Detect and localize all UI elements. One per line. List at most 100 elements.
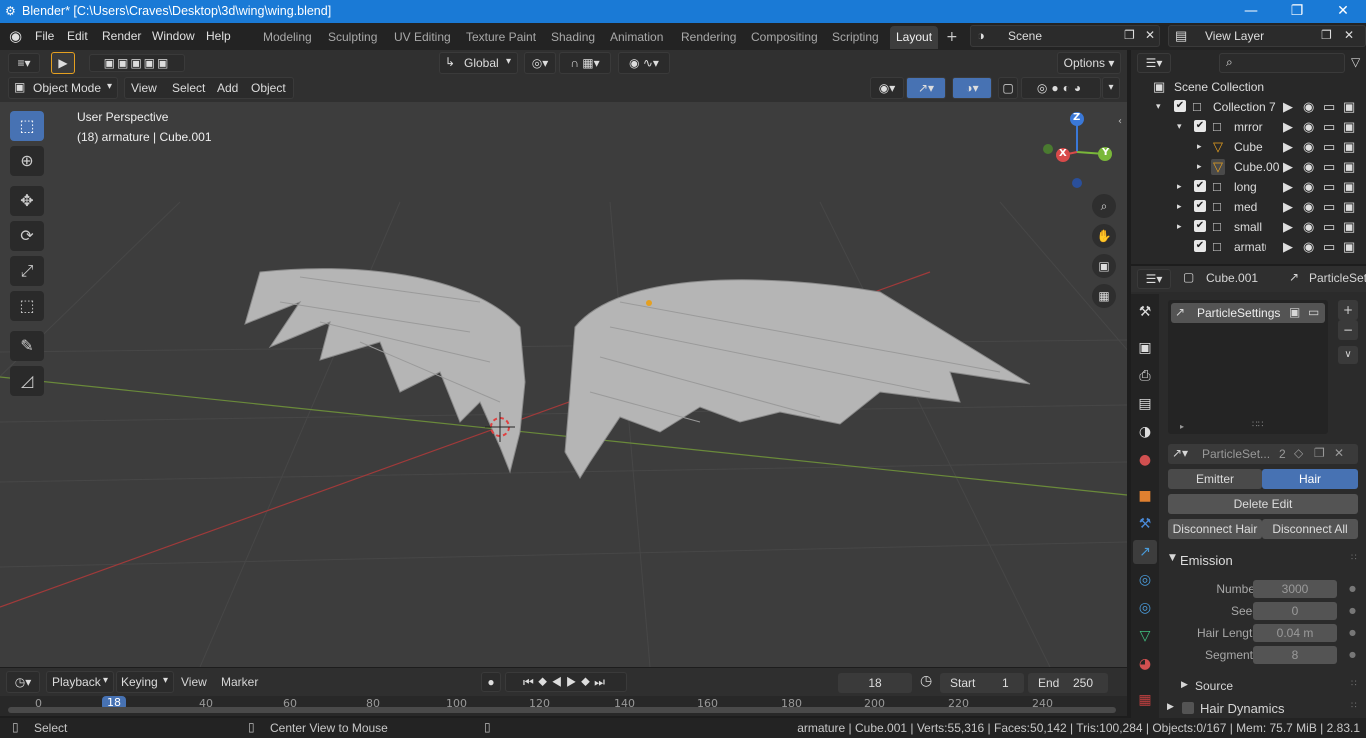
drag-handle-icon[interactable]: ∷: [1351, 679, 1357, 689]
add-particle-system-button[interactable]: +: [1338, 300, 1358, 320]
object-tab-icon[interactable]: ■: [1133, 484, 1157, 508]
xray-icon[interactable]: ▢: [998, 77, 1018, 99]
unlink-icon[interactable]: ✕: [1334, 446, 1344, 460]
seed-field[interactable]: 0: [1253, 602, 1337, 620]
outliner-row[interactable]: ▾ ✔ □ mrror ▶ ◉ ▭ ▣: [1131, 117, 1366, 137]
proportional-edit-icon[interactable]: ◉ ∿▾: [618, 52, 670, 74]
outliner-row[interactable]: ▸ ▽ Cube.00 ▶ ◉ ▭ ▣: [1131, 157, 1366, 177]
start-frame-field[interactable]: Start 1: [940, 673, 1024, 693]
cursor-tool[interactable]: ⊕: [10, 146, 44, 176]
monitor-icon[interactable]: ▭: [1323, 219, 1335, 235]
tab-modeling[interactable]: Modeling: [257, 26, 318, 49]
shading-options-icon[interactable]: ▾: [1102, 77, 1120, 99]
monitor-icon[interactable]: ▭: [1323, 179, 1335, 195]
snap-icon[interactable]: ∩ ▦▾: [559, 52, 611, 74]
monitor-icon[interactable]: ▭: [1323, 159, 1335, 175]
render-camera-icon[interactable]: ▣: [1343, 99, 1355, 115]
menu-add[interactable]: Add: [217, 81, 238, 95]
timeline-view-menu[interactable]: View: [181, 675, 207, 689]
keyframe-dot-icon[interactable]: ●: [1349, 606, 1356, 615]
overlays-icon[interactable]: ◑▾: [952, 77, 992, 99]
render-camera-icon[interactable]: ▣: [1343, 179, 1355, 195]
remove-scene-icon[interactable]: ✕: [1145, 28, 1155, 42]
render-tab-icon[interactable]: ▣: [1133, 336, 1157, 360]
add-workspace-icon[interactable]: +: [946, 29, 958, 45]
particle-systems-list[interactable]: ↗ ParticleSettings ▣ ▭ ▸ ∷∷: [1168, 300, 1328, 434]
menu-render[interactable]: Render: [102, 29, 141, 43]
eye-icon[interactable]: ◉: [1303, 159, 1314, 175]
render-camera-icon[interactable]: ▣: [1343, 199, 1355, 215]
menu-window[interactable]: Window: [152, 29, 195, 43]
shading-modes-icon[interactable]: ◎●◐◕: [1021, 77, 1101, 99]
checkbox[interactable]: ✔: [1194, 180, 1206, 192]
particle-settings-datablock[interactable]: ↗▾ ParticleSet... 2 ◇ ❐ ✕: [1168, 444, 1358, 464]
timeline-editor-icon[interactable]: ◷▾: [6, 671, 40, 693]
remove-particle-system-button[interactable]: −: [1338, 320, 1358, 340]
outliner-row[interactable]: ▸ ✔ □ long ▶ ◉ ▭ ▣: [1131, 177, 1366, 197]
menu-help[interactable]: Help: [206, 29, 231, 43]
monitor-icon[interactable]: ▭: [1323, 119, 1335, 135]
tab-scripting[interactable]: Scripting: [826, 26, 885, 49]
render-camera-icon[interactable]: ▣: [1343, 239, 1355, 255]
tab-shading[interactable]: Shading: [545, 26, 601, 49]
select-arrow-icon[interactable]: ▶: [1283, 199, 1293, 215]
transform-orientation[interactable]: ↳ Global ▾: [439, 52, 518, 74]
menu-object[interactable]: Object: [251, 81, 286, 95]
timeline-scrollbar[interactable]: [8, 707, 1116, 713]
keyframe-dot-icon[interactable]: ●: [1349, 628, 1356, 637]
eye-icon[interactable]: ◉: [1303, 219, 1314, 235]
expand-icon[interactable]: ▸: [1177, 221, 1182, 232]
maximize-button[interactable]: ❐: [1274, 1, 1320, 23]
emission-panel-header[interactable]: ▼ Emission ∷: [1159, 548, 1366, 572]
monitor-icon[interactable]: ▭: [1323, 99, 1335, 115]
timeline-ruler[interactable]: 0 18 40 60 80 100 120 140 160 180 200 22…: [0, 696, 1127, 716]
transform-tool[interactable]: ⬚: [10, 291, 44, 321]
expand-icon[interactable]: ▸: [1197, 161, 1202, 172]
world-tab-icon[interactable]: ●: [1133, 448, 1157, 472]
checkbox[interactable]: ✔: [1174, 100, 1186, 112]
select-arrow-icon[interactable]: ▶: [1283, 219, 1293, 235]
disconnect-all-button[interactable]: Disconnect All: [1262, 519, 1358, 539]
segments-field[interactable]: 8: [1253, 646, 1337, 664]
eye-icon[interactable]: ◉: [1303, 99, 1314, 115]
outliner-row[interactable]: ▸ ✔ □ med ▶ ◉ ▭ ▣: [1131, 197, 1366, 217]
options-dropdown[interactable]: Options ▾: [1057, 52, 1121, 74]
monitor-icon[interactable]: ▭: [1323, 139, 1335, 155]
disconnect-hair-button[interactable]: Disconnect Hair: [1168, 519, 1262, 539]
texture-tab-icon[interactable]: ▦: [1133, 688, 1157, 712]
playback-menu[interactable]: Playback ▾: [46, 671, 114, 693]
material-tab-icon[interactable]: ◕: [1133, 652, 1157, 676]
expand-icon[interactable]: ▾: [1177, 121, 1182, 132]
tab-sculpting[interactable]: Sculpting: [322, 26, 383, 49]
render-camera-icon[interactable]: ▣: [1343, 139, 1355, 155]
outliner-row[interactable]: ▸ ▽ Cube ▶ ◉ ▭ ▣: [1131, 137, 1366, 157]
select-arrow-icon[interactable]: ▶: [1283, 159, 1293, 175]
outliner-search[interactable]: ⌕: [1219, 53, 1345, 73]
menu-view[interactable]: View: [131, 81, 157, 95]
expand-icon[interactable]: ▾: [1156, 101, 1161, 112]
sidebar-toggle-icon[interactable]: ‹: [1118, 116, 1122, 127]
minimize-button[interactable]: —: [1228, 1, 1274, 23]
properties-editor-icon[interactable]: ☰▾: [1137, 269, 1171, 289]
grid-ortho-icon[interactable]: ▦: [1092, 284, 1116, 308]
checkbox[interactable]: ✔: [1194, 120, 1206, 132]
scale-tool[interactable]: ⤢: [10, 256, 44, 286]
select-tool-icon[interactable]: ▶: [51, 52, 75, 74]
outliner-scene-collection[interactable]: ▣ Scene Collection: [1131, 77, 1366, 97]
rotate-tool[interactable]: ⟳: [10, 221, 44, 251]
end-frame-field[interactable]: End 250: [1028, 673, 1108, 693]
copy-scene-icon[interactable]: ❐: [1124, 28, 1135, 42]
drag-handle-icon[interactable]: ∷: [1351, 701, 1357, 711]
tab-compositing[interactable]: Compositing: [745, 26, 824, 49]
view-layer-tab-icon[interactable]: ▤: [1133, 392, 1157, 416]
camera-icon[interactable]: ▣: [1092, 254, 1116, 278]
tab-texture-paint[interactable]: Texture Paint: [460, 26, 542, 49]
outliner-row[interactable]: ▸ ✔ □ small ▶ ◉ ▭ ▣: [1131, 217, 1366, 237]
fake-user-icon[interactable]: ◇: [1294, 446, 1303, 460]
tab-rendering[interactable]: Rendering: [675, 26, 742, 49]
output-tab-icon[interactable]: ⎙: [1133, 364, 1157, 388]
tab-layout[interactable]: Layout: [890, 26, 939, 49]
move-tool[interactable]: ✥: [10, 186, 44, 216]
expand-icon[interactable]: ▸: [1177, 201, 1182, 212]
keyframe-dot-icon[interactable]: ●: [1349, 584, 1356, 593]
